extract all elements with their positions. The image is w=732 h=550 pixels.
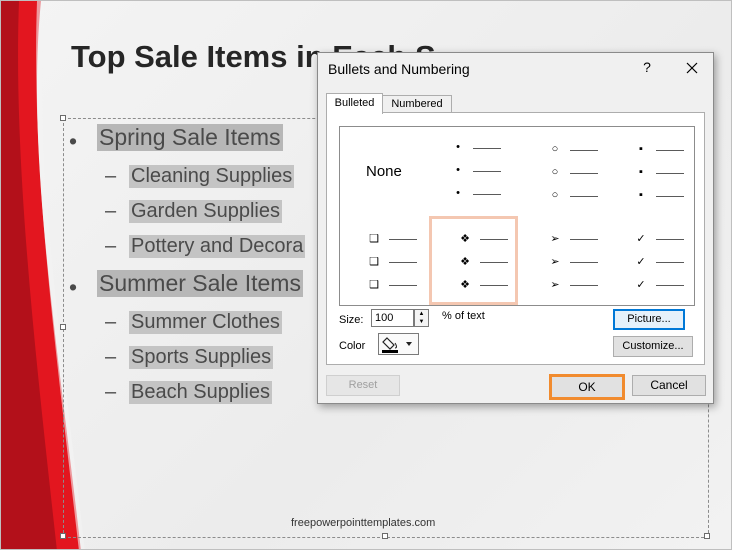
close-button[interactable] [681,58,703,78]
bullet-style-square[interactable]: ▪ ▪ ▪ [607,127,696,216]
size-label: Size: [339,314,364,326]
arrow-icon: ➢ [550,279,560,291]
tab-numbered[interactable]: Numbered [382,95,452,113]
paint-bucket-icon [382,337,398,353]
list-item-text: Sports Supplies [129,346,274,369]
hollow-square-icon: ❑ [369,233,379,245]
bullets-and-numbering-dialog[interactable]: Bullets and Numbering ? Bulleted Numbere… [317,52,714,404]
hollow-circle-icon: ○ [551,166,559,178]
square-icon: ▪ [639,189,643,201]
bullet-style-grid: None • • • ○ ○ ○ ▪ ▪ ▪ ❑ ❑ ❑ ❖ ❖ ❖ ➢ ➢ ➢… [339,126,695,306]
list-item-text: Summer Sale Items [97,270,303,297]
bullet-style-check[interactable]: ✓ ✓ ✓ [607,216,696,305]
dialog-title: Bullets and Numbering [328,61,470,77]
hollow-circle-icon: ○ [551,143,559,155]
star-diamond-icon: ❖ [460,279,470,291]
chevron-down-icon [406,342,412,346]
check-icon: ✓ [636,256,646,268]
tab-bulleted[interactable]: Bulleted [326,93,383,114]
picture-button[interactable]: Picture... [613,309,685,330]
size-input[interactable]: 100 [371,309,414,327]
dash-glyph: – [105,165,117,187]
dash-glyph: – [105,235,117,257]
bullet-glyph: • [69,128,78,154]
star-diamond-icon: ❖ [460,233,470,245]
arrow-icon: ➢ [550,256,560,268]
footer-text: freepowerpointtemplates.com [291,517,436,529]
dash-glyph: – [105,200,117,222]
color-label: Color [339,340,366,352]
list-item-text: Summer Clothes [129,311,282,334]
dash-glyph: – [105,311,117,333]
star-diamond-icon: ❖ [460,256,470,268]
resize-handle-bottom-right[interactable] [704,533,710,539]
chevron-down-icon[interactable]: ▼ [415,318,428,326]
resize-handle-bottom-middle[interactable] [382,533,388,539]
check-icon: ✓ [636,279,646,291]
dash-glyph: – [105,381,117,403]
list-item-text: Pottery and Decora [129,235,306,258]
square-icon: ▪ [639,166,643,178]
customize-button[interactable]: Customize... [613,336,693,357]
hollow-circle-icon: ○ [551,189,559,201]
list-item-text: Beach Supplies [129,381,272,404]
ok-button[interactable]: OK [549,374,625,400]
hollow-square-icon: ❑ [369,256,379,268]
square-icon: ▪ [639,143,643,155]
bullet-style-hollow-circle[interactable]: ○ ○ ○ [518,127,607,216]
list-item-text: Spring Sale Items [97,124,283,151]
chevron-up-icon[interactable]: ▲ [415,310,428,318]
resize-handle-top-left[interactable] [60,115,66,121]
list-item-text: Garden Supplies [129,200,282,223]
dash-glyph: – [105,346,117,368]
small-dot-icon: • [456,164,460,176]
hollow-square-icon: ❑ [369,279,379,291]
list-item-text: Cleaning Supplies [129,165,295,188]
help-button[interactable]: ? [639,59,655,75]
small-dot-icon: • [456,141,460,153]
color-picker-button[interactable] [378,333,419,355]
check-icon: ✓ [636,233,646,245]
close-icon [686,62,698,74]
bullet-style-none[interactable]: None [340,127,429,216]
bullet-style-small-dot[interactable]: • • • [429,127,518,216]
resize-handle-bottom-left[interactable] [60,533,66,539]
resize-handle-middle-left[interactable] [60,324,66,330]
bullet-glyph: • [69,274,78,300]
bullet-style-arrow[interactable]: ➢ ➢ ➢ [518,216,607,305]
bullet-style-star-diamond[interactable]: ❖ ❖ ❖ [429,216,518,305]
small-dot-icon: • [456,187,460,199]
none-label: None [366,163,402,180]
size-stepper[interactable]: ▲ ▼ [414,309,429,327]
arrow-icon: ➢ [550,233,560,245]
bullet-style-hollow-square[interactable]: ❑ ❑ ❑ [340,216,429,305]
cancel-button[interactable]: Cancel [632,375,706,396]
percent-of-text-label: % of text [442,310,485,322]
reset-button[interactable]: Reset [326,375,400,396]
